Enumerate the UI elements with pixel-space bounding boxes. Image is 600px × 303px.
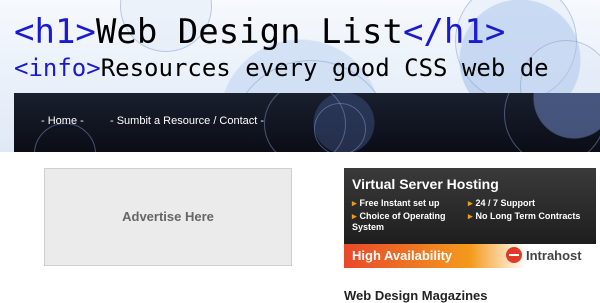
title-text: Web Design List [95, 12, 403, 52]
banner-feature: ▸ Choice of Operating System [352, 211, 446, 232]
arrow-right-icon: ▸ [468, 211, 473, 221]
ad-placeholder[interactable]: Advertise Here [44, 168, 292, 266]
decorative-ring [314, 103, 366, 152]
banner-feature: ▸ 24 / 7 Support [468, 198, 536, 208]
decorative-ring [34, 123, 96, 152]
arrow-right-icon: ▸ [352, 198, 357, 208]
banner-title: Virtual Server Hosting [352, 176, 499, 192]
title-close-tag: </h1> [402, 12, 506, 52]
banner-feature: ▸ No Long Term Contracts [468, 211, 581, 221]
arrow-right-icon: ▸ [352, 211, 357, 221]
title-open-tag: <h1> [14, 12, 96, 52]
banner-tagline: High Availability [352, 248, 453, 263]
info-text: Resources every good CSS web de [100, 54, 549, 82]
banner-feature: ▸ Free Instant set up [352, 198, 440, 208]
sidebar-heading: Web Design Magazines [344, 288, 488, 303]
intrahost-logo-icon [506, 247, 522, 263]
nav-item-submit-contact[interactable]: - Sumbit a Resource / Contact - [110, 115, 264, 127]
decorative-ring [504, 93, 600, 152]
info-tag: <info> [14, 54, 101, 82]
brand-name: Intrahost [526, 248, 582, 263]
site-tagline: <info>Resources every good CSS web de [14, 54, 549, 82]
arrow-right-icon: ▸ [468, 198, 473, 208]
hosting-banner[interactable]: Virtual Server Hosting ▸ Free Instant set… [344, 168, 596, 268]
site-header: <h1>Web Design List</h1> <info>Resources… [0, 0, 600, 152]
main-nav: - Home - - Sumbit a Resource / Contact - [14, 93, 600, 152]
nav-item-home[interactable]: - Home - [41, 115, 84, 127]
site-title: <h1>Web Design List</h1> [14, 12, 505, 52]
banner-footer: High Availability Intrahost [344, 244, 596, 268]
ad-label: Advertise Here [122, 209, 214, 224]
